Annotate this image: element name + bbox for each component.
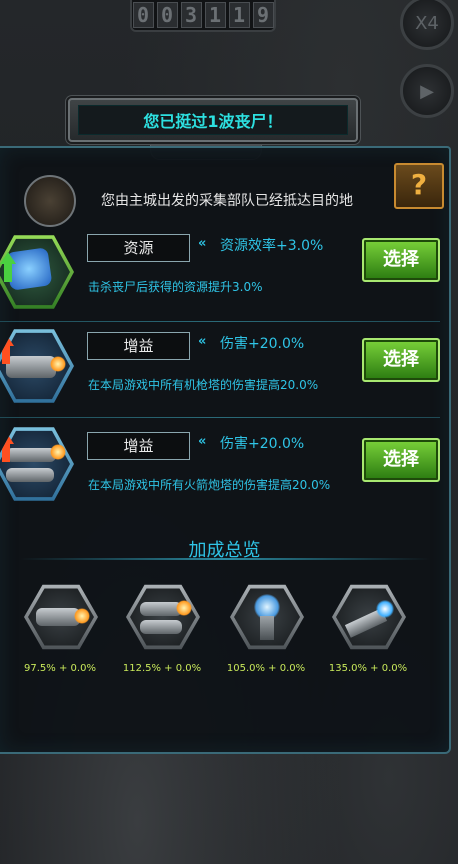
help-button[interactable]: ? <box>394 163 444 209</box>
option-category: 增益 <box>87 332 190 360</box>
summary-value: 97.5% + 0.0% <box>24 663 96 674</box>
option-row-rocket: 增益 « 伤害+20.0% 在本局游戏中所有火箭炮塔的伤害提高20.0% 选择 <box>0 420 449 516</box>
summary-value: 105.0% + 0.0% <box>226 663 306 674</box>
option-row-machine-gun: 增益 « 伤害+20.0% 在本局游戏中所有机枪塔的伤害提高20.0% 选择 <box>0 322 449 418</box>
score-digit: 0 <box>132 2 154 28</box>
summary-item <box>20 582 100 658</box>
summary-item <box>328 582 408 658</box>
message-text: 您由主城出发的采集部队已经抵达目的地 <box>101 193 353 209</box>
play-icon: ▶ <box>420 80 434 102</box>
speed-label: X4 <box>415 12 439 34</box>
score-digit: 1 <box>204 2 226 28</box>
select-button[interactable]: 选择 <box>362 438 440 482</box>
option-row-resource: 资源 « 资源效率+3.0% 击杀丧尸后获得的资源提升3.0% 选择 <box>0 226 449 322</box>
score-counter: 0 0 3 1 1 9 <box>130 0 276 32</box>
rocket-tower-icon <box>126 584 200 650</box>
option-effect: 伤害+20.0% <box>220 336 305 352</box>
wave-banner: 您已挺过1波丧尸！ <box>68 98 358 142</box>
score-digit: 3 <box>180 2 202 28</box>
machine-gun-tower-icon <box>24 584 98 650</box>
summary-item <box>226 582 306 658</box>
option-description: 在本局游戏中所有机枪塔的伤害提高20.0% <box>88 378 319 392</box>
supply-truck-icon <box>24 175 76 227</box>
chevron-left-icon: « <box>198 434 207 449</box>
tesla-tower-icon <box>230 584 304 650</box>
option-category: 资源 <box>87 234 190 262</box>
play-button[interactable]: ▶ <box>400 64 454 118</box>
option-description: 击杀丧尸后获得的资源提升3.0% <box>88 280 263 294</box>
option-effect: 资源效率+3.0% <box>220 238 324 254</box>
score-digit: 1 <box>228 2 250 28</box>
rocket-tower-icon <box>0 427 74 501</box>
select-button[interactable]: 选择 <box>362 238 440 282</box>
summary-item <box>122 582 202 658</box>
resource-crystal-icon <box>0 235 74 309</box>
summary-value: 135.0% + 0.0% <box>328 663 408 674</box>
chevron-left-icon: « <box>198 236 207 251</box>
chevron-left-icon: « <box>198 334 207 349</box>
laser-tower-icon <box>332 584 406 650</box>
summary-value: 112.5% + 0.0% <box>122 663 202 674</box>
option-category: 增益 <box>87 432 190 460</box>
score-digit: 0 <box>156 2 178 28</box>
wave-text: 您已挺过1波丧尸！ <box>78 105 348 135</box>
select-button[interactable]: 选择 <box>362 338 440 382</box>
score-digit: 9 <box>252 2 274 28</box>
machine-gun-tower-icon <box>0 329 74 403</box>
summary-divider <box>20 558 430 560</box>
option-effect: 伤害+20.0% <box>220 436 305 452</box>
option-description: 在本局游戏中所有火箭炮塔的伤害提高20.0% <box>88 478 331 492</box>
